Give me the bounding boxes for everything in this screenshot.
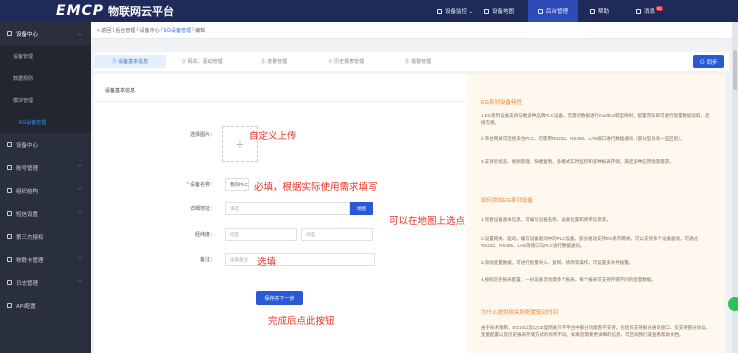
sidebar: 设备中心 ︿ 设备管理 数据规则 模块管理 EG设备管理 设备中心 账号管理 ﹀ 组… [0, 22, 91, 353]
save-next-button[interactable]: 保存并下一步 [256, 291, 303, 305]
nav-messages[interactable]: 消息 81 [636, 0, 664, 22]
org-icon [7, 188, 12, 193]
help-icon [590, 8, 595, 14]
step-basic-info[interactable]: ① 设备基本信息 [94, 55, 166, 68]
image-label: 选择图片： [189, 132, 215, 138]
address-label: 详细地址： [189, 206, 215, 212]
divider [94, 101, 469, 102]
info-heading: 如何添加EG系列设备 [481, 198, 533, 204]
nav-device-map[interactable]: 设备地图 [484, 0, 514, 22]
chevron-down-icon: ﹀ [76, 257, 82, 263]
user-icon [7, 165, 12, 170]
nav-help[interactable]: 帮助 [590, 0, 609, 22]
info-text: 3.支持云组态、视频管理、快捷复制、多模式实时监控和多种报表存储，满足多种应用场… [481, 159, 674, 164]
sidebar-item-organization[interactable]: 组织结构 ﹀ [0, 179, 91, 202]
annotation-remark: 选填 [257, 257, 277, 268]
nav-admin[interactable]: 后台管理 [528, 0, 579, 22]
sidebar-item-sms[interactable]: 短信设置 ﹀ [0, 202, 91, 225]
sidebar-item-accounts[interactable]: 账号管理 ﹀ [0, 156, 91, 179]
latitude-input[interactable]: 纬度 [301, 228, 373, 241]
annotation-submit: 完成后点此按钮 [268, 316, 335, 327]
info-text: 1.EG系列设备支持与数多种品牌PLC设备，无需对数据进行modbus转型映射，… [481, 113, 710, 125]
info-heading: EG系列设备特性 [481, 100, 522, 106]
info-text: 4.按照历史报表配置，一份设备可创建多个报表，每个报表可支持存储不同的变量数据。 [481, 277, 656, 282]
log-icon [7, 280, 12, 285]
floating-help-button[interactable] [728, 297, 738, 311]
step-bar: ① 设备基本信息 ② 网关、驱动管理 ③ 变量管理 ④ 历史报表管理 ⑤ 报警管… [94, 52, 729, 71]
sidebar-item-device-center[interactable]: 设备中心 ︿ [0, 22, 91, 45]
chevron-down-icon: ﹀ [76, 165, 82, 171]
sidebar-subitem-device-manage[interactable]: 设备管理 [0, 45, 91, 67]
sidebar-subitem-module-manage[interactable]: 模块管理 [0, 89, 91, 111]
sidebar-subitem-data-rules[interactable]: 数据规则 [0, 67, 91, 89]
device-icon [7, 31, 12, 36]
sidebar-item-api[interactable]: API配置 [0, 294, 91, 317]
map-button[interactable]: 地图 [350, 202, 373, 215]
plus-icon: + [235, 136, 245, 152]
annotation-upload: 自定义上传 [249, 131, 297, 142]
step-history-report[interactable]: ④ 历史报表管理 [310, 55, 382, 68]
sidebar-item-third-party[interactable]: 第三方授权 [0, 225, 91, 248]
monitor-icon [437, 8, 442, 14]
coords-label: 经纬度： [194, 232, 215, 238]
breadcrumb-item[interactable]: 设备中心 [140, 27, 160, 34]
sidebar-item-logs[interactable]: 日志管理 ﹀ [0, 271, 91, 294]
platform-title: 物联网云平台 [108, 6, 175, 18]
step-gateway-driver[interactable]: ② 网关、驱动管理 [166, 55, 238, 68]
admin-icon [538, 8, 543, 14]
info-panel: EG系列设备特性 1.EG系列设备支持与数多种品牌PLC设备，无需对数据进行mo… [467, 74, 725, 353]
remark-input[interactable]: 设备备注 [225, 253, 375, 266]
info-text: 2.设置网关、驱动，编写设备驱动中的PLC设备，部分驱动支持EG系列网关，可以支… [481, 236, 699, 248]
sidebar-subitem-eg-device-manage[interactable]: EG设备管理 [0, 111, 91, 133]
message-badge: 81 [656, 5, 664, 11]
name-label: * 设备名称： [186, 182, 215, 188]
logo[interactable]: EMCP [56, 3, 104, 19]
device-icon [7, 142, 12, 147]
sidebar-item-iot-card[interactable]: 物联卡管理 ﹀ [0, 248, 91, 271]
remark-label: 备注： [199, 257, 215, 263]
scrollbar-thumb[interactable] [733, 50, 737, 90]
chevron-up-icon: ︿ [76, 31, 82, 37]
chevron-down-icon: ﹀ [76, 280, 82, 286]
form-title: 设备基本信息 [105, 88, 136, 94]
info-heading: 为什么提供网关所配置驱动时间 [481, 310, 559, 316]
sync-button[interactable]: ⊙ 同步 [693, 55, 724, 68]
step-variables[interactable]: ③ 变量管理 [238, 55, 310, 68]
annotation-map: 可以在地图上选点 [389, 216, 466, 227]
info-text: 3.添加变量数据，可进行批量导入、复制、修改等操作，可设置多条件报警。 [481, 260, 634, 265]
info-text: 1.完善设备基本信息，可编写设备名称，设备位置和简单信息等。 [481, 217, 611, 222]
map-icon [484, 8, 489, 14]
back-link[interactable]: < 返回 [97, 27, 111, 34]
step-alarm[interactable]: ⑤ 报警管理 [382, 55, 454, 68]
device-name-input[interactable]: 我的PLC [225, 178, 249, 191]
nav-device-monitor[interactable]: 设备监控 ⌄ [437, 0, 473, 22]
auth-icon [7, 234, 12, 239]
sms-icon [7, 211, 12, 216]
annotation-name: 必填，根据实际使用需求填写 [254, 182, 378, 193]
message-icon [636, 8, 641, 14]
longitude-input[interactable]: 经度 [225, 228, 297, 241]
chevron-down-icon: ﹀ [76, 188, 82, 194]
chevron-down-icon: ﹀ [76, 211, 82, 217]
top-navigation-bar: EMCP 物联网云平台 [0, 0, 738, 22]
address-input[interactable]: 请选 [225, 202, 350, 215]
breadcrumb-current: 编辑 [195, 27, 206, 34]
sidebar-item-device-center-2[interactable]: 设备中心 [0, 133, 91, 156]
api-icon [7, 303, 12, 308]
breadcrumb-item[interactable]: EG设备管理 [164, 27, 191, 34]
info-text: 2.单台网关可连接多台PLC，可使用RS232、RS485、LAN端口进行数据通… [481, 136, 686, 141]
info-text: 由于技术限制，EG10以及以CE型网关只不平台中部分功能暂不支持。包括仅支持部分… [481, 325, 711, 337]
card-icon [7, 257, 12, 262]
breadcrumb-item[interactable]: 后台管理 [115, 27, 135, 34]
breadcrumb: < 返回 | 后台管理 / 设备中心 / EG设备管理 / 编辑 [91, 22, 732, 39]
